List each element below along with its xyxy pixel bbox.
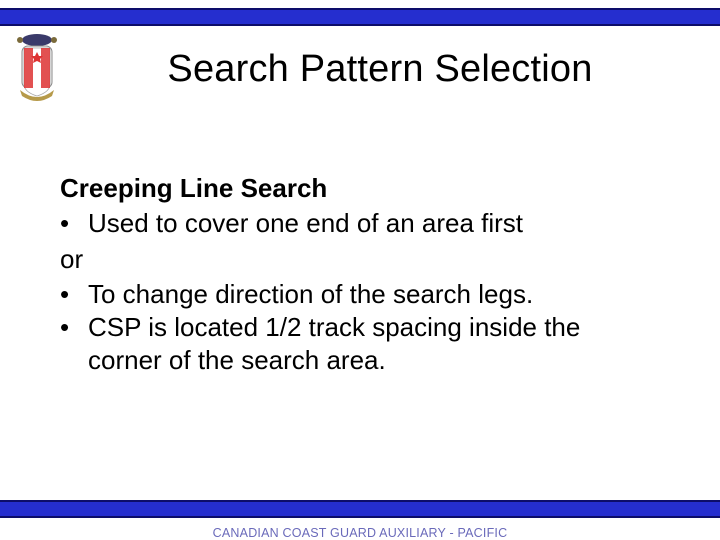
bullet-text: To change direction of the search legs. [88,278,533,311]
footer-band [0,500,720,518]
bullet-text: CSP is located 1/2 track spacing inside … [88,311,580,344]
header-band [0,8,720,26]
bullet-icon [60,207,88,240]
bullet-item: CSP is located 1/2 track spacing inside … [60,311,660,344]
bullet-text-cont: corner of the search area. [60,344,660,377]
ccga-crest-icon [10,30,64,108]
title-area: Search Pattern Selection [0,48,720,91]
or-text: or [60,243,660,276]
body-content: Creeping Line Search Used to cover one e… [60,172,660,378]
bullet-icon [60,278,88,311]
subheading: Creeping Line Search [60,172,660,205]
footer-text: CANADIAN COAST GUARD AUXILIARY - PACIFIC [0,526,720,540]
slide: Search Pattern Selection Creeping Line S… [0,8,720,540]
bullet-text: Used to cover one end of an area first [88,207,523,240]
page-title: Search Pattern Selection [70,48,690,91]
bullet-icon [60,311,88,344]
bullet-item: To change direction of the search legs. [60,278,660,311]
bullet-item: Used to cover one end of an area first [60,207,660,240]
